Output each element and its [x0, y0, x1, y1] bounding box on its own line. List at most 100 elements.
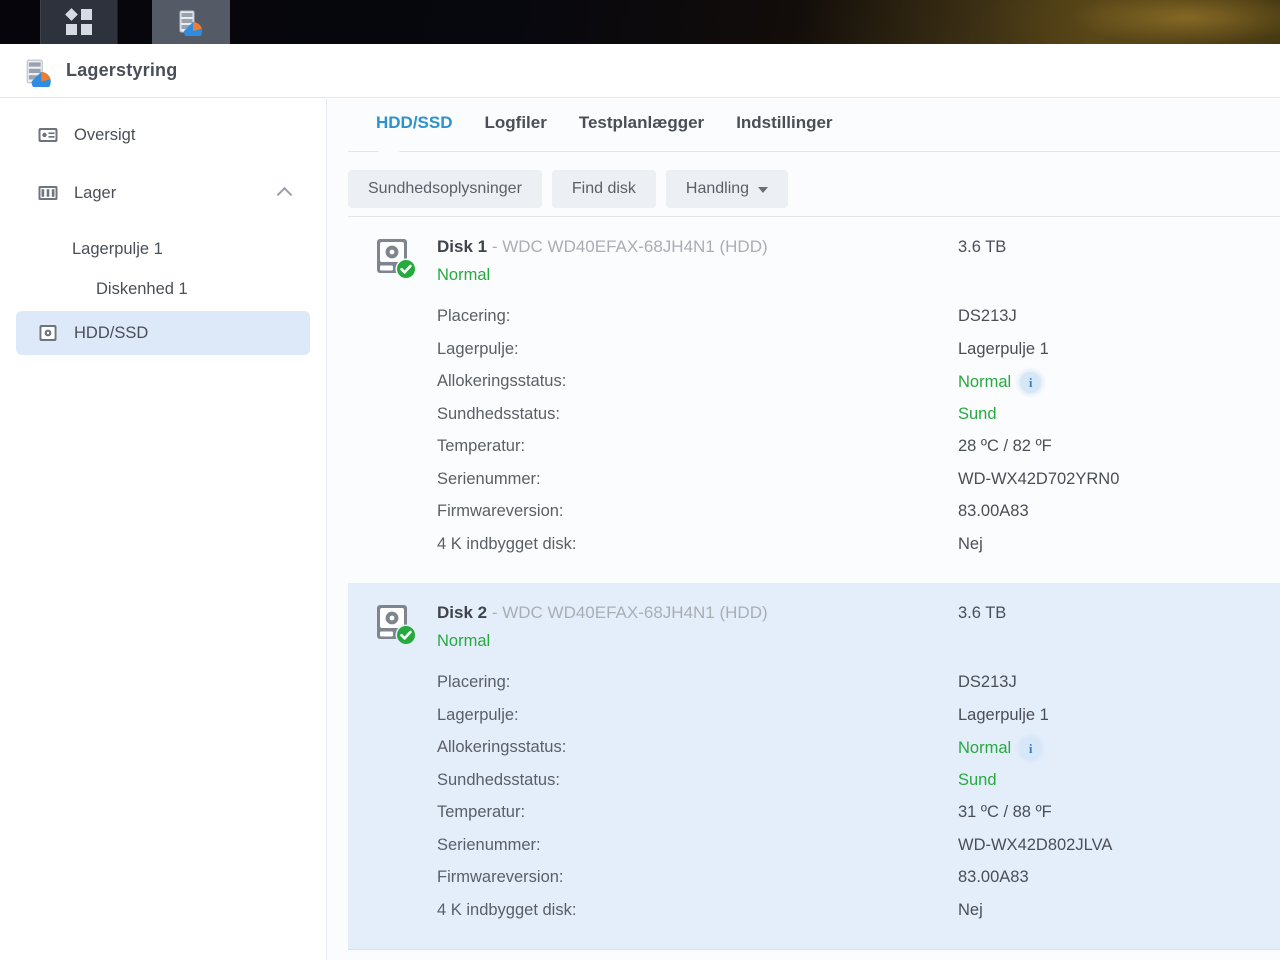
sidebar: Oversigt Lager Lagerpulje 1 Diskenhed 1 … [0, 99, 327, 960]
sidebar-item-label: Diskenhed 1 [96, 279, 188, 298]
sidebar-item-label: Lager [74, 183, 117, 202]
field-label: Temperatur: [437, 803, 526, 821]
disk-status-label: Normal [437, 632, 491, 650]
field-label: Allokeringsstatus: [437, 372, 567, 390]
desktop-taskbar [0, 0, 1280, 44]
dashboard-icon [36, 123, 60, 147]
tab-logfiler[interactable]: Logfiler [469, 99, 563, 133]
sidebar-item-oversigt[interactable]: Oversigt [16, 113, 310, 157]
disk-name-separator: - [487, 237, 503, 256]
action-dropdown-button[interactable]: Handling [665, 170, 789, 208]
page-title: Lagerstyring [66, 60, 178, 80]
action-dropdown-label: Handling [685, 180, 750, 197]
health-info-button[interactable]: Sundhedsoplysninger [348, 170, 542, 208]
disk-name: Disk 2 [437, 603, 488, 622]
field-value: Nej [958, 900, 983, 919]
taskbar-background-glow [860, 0, 1280, 44]
field-value: 83.00A83 [958, 502, 1029, 520]
field-row: Placering: DS213J [437, 673, 1280, 706]
chevron-down-icon [758, 187, 769, 193]
field-label: Lagerpulje: [437, 705, 519, 724]
sidebar-item-diskenhed-1[interactable]: Diskenhed 1 [16, 269, 310, 309]
field-label: Sundhedsstatus: [437, 770, 560, 789]
field-row: Serienummer: WD-WX42D802JLVA [437, 836, 1280, 869]
content-area: HDD/SSD Logfiler Testplanlægger Indstill… [327, 99, 1280, 960]
sidebar-item-lagerpulje-1[interactable]: Lagerpulje 1 [16, 229, 310, 269]
hdd-status-icon [375, 603, 419, 649]
storage-manager-window: Lagerstyring Oversigt Lager Lagerpulje 1… [0, 44, 1280, 960]
taskbar-storage-manager-button[interactable] [152, 0, 230, 44]
field-label: 4 K indbygget disk: [437, 900, 577, 919]
disk-panel[interactable]: Disk 2 - WDC WD40EFAX-68JH4N1 (HDD) Norm… [348, 583, 1280, 950]
field-label: Placering: [437, 673, 511, 691]
active-tab-indicator [378, 143, 400, 152]
field-row: Serienummer: WD-WX42D702YRN0 [437, 470, 1280, 503]
field-label: Sundhedsstatus: [437, 404, 560, 423]
field-row: 4 K indbygget disk: Nej [437, 535, 1280, 568]
storage-manager-icon [177, 8, 205, 40]
disk-title: Disk 2 - WDC WD40EFAX-68JH4N1 (HDD) [437, 601, 768, 623]
storage-columns-icon [36, 181, 60, 205]
sidebar-item-hdd-ssd[interactable]: HDD/SSD [16, 311, 310, 355]
field-value: Normal i [958, 372, 1042, 393]
app-titlebar: Lagerstyring [0, 44, 1280, 98]
disk-header: Disk 1 - WDC WD40EFAX-68JH4N1 (HDD) Norm… [348, 235, 1280, 285]
info-icon[interactable]: i [1020, 738, 1042, 759]
tab-hdd-ssd[interactable]: HDD/SSD [360, 99, 469, 133]
disk-fields: Placering: DS213J Lagerpulje: Lagerpulje… [348, 307, 1280, 567]
tab-testplanlaegger[interactable]: Testplanlægger [563, 99, 720, 133]
field-row: Lagerpulje: Lagerpulje 1 [437, 706, 1280, 739]
disk-name: Disk 1 [437, 237, 488, 256]
sidebar-item-label: Oversigt [74, 125, 136, 144]
field-label: Firmwareversion: [437, 502, 564, 520]
hdd-status-icon [375, 237, 419, 283]
apps-grid-icon [65, 8, 92, 35]
tab-bar: HDD/SSD Logfiler Testplanlægger Indstill… [327, 99, 1280, 151]
field-label: Lagerpulje: [437, 339, 519, 358]
field-label: Firmwareversion: [437, 868, 564, 886]
field-row: Firmwareversion: 83.00A83 [437, 868, 1280, 901]
field-row: Lagerpulje: Lagerpulje 1 [437, 340, 1280, 373]
disk-fields: Placering: DS213J Lagerpulje: Lagerpulje… [348, 673, 1280, 933]
field-label: Placering: [437, 307, 511, 325]
field-value: DS213J [958, 673, 1017, 691]
chevron-up-icon[interactable] [276, 186, 293, 203]
field-value: DS213J [958, 307, 1017, 325]
tab-divider [348, 151, 1280, 152]
disk-header: Disk 2 - WDC WD40EFAX-68JH4N1 (HDD) Norm… [348, 601, 1280, 651]
disk-panel[interactable]: Disk 1 - WDC WD40EFAX-68JH4N1 (HDD) Norm… [348, 217, 1280, 583]
field-value: 83.00A83 [958, 868, 1029, 886]
info-icon[interactable]: i [1020, 372, 1042, 393]
disk-name-separator: - [487, 603, 503, 622]
tab-indstillinger[interactable]: Indstillinger [720, 99, 848, 133]
disk-capacity: 3.6 TB [958, 238, 1007, 256]
field-value: Lagerpulje 1 [958, 339, 1049, 358]
field-label: Allokeringsstatus: [437, 738, 567, 756]
field-value: Normal i [958, 738, 1042, 759]
taskbar-apps-button[interactable] [40, 0, 118, 44]
field-row: Firmwareversion: 83.00A83 [437, 502, 1280, 535]
sidebar-item-lager[interactable]: Lager [16, 171, 310, 215]
field-value: WD-WX42D802JLVA [958, 835, 1113, 854]
disk-list: Disk 1 - WDC WD40EFAX-68JH4N1 (HDD) Norm… [348, 217, 1280, 960]
field-label: 4 K indbygget disk: [437, 534, 577, 553]
disk-status-label: Normal [437, 266, 491, 284]
field-row: 4 K indbygget disk: Nej [437, 901, 1280, 934]
field-row: Placering: DS213J [437, 307, 1280, 340]
field-row: Sundhedsstatus: Sund [437, 771, 1280, 804]
field-value: Lagerpulje 1 [958, 705, 1049, 724]
disk-model: WDC WD40EFAX-68JH4N1 (HDD) [502, 603, 768, 622]
disk-model: WDC WD40EFAX-68JH4N1 (HDD) [502, 237, 768, 256]
field-row: Allokeringsstatus: Normal i [437, 372, 1280, 405]
app-icon-storage-manager [24, 57, 52, 91]
sidebar-item-label: Lagerpulje 1 [72, 239, 163, 258]
sidebar-item-label: HDD/SSD [74, 323, 149, 342]
find-disk-button[interactable]: Find disk [551, 170, 656, 208]
hdd-icon [36, 321, 60, 345]
field-value-text: Normal [958, 373, 1012, 391]
field-value-text: Normal [958, 739, 1012, 757]
disk-capacity: 3.6 TB [958, 604, 1007, 622]
toolbar: Sundhedsoplysninger Find disk Handling [348, 162, 1280, 216]
field-row: Temperatur: 31 ºC / 88 ºF [437, 803, 1280, 836]
field-value: 28 ºC / 82 ºF [958, 437, 1052, 455]
